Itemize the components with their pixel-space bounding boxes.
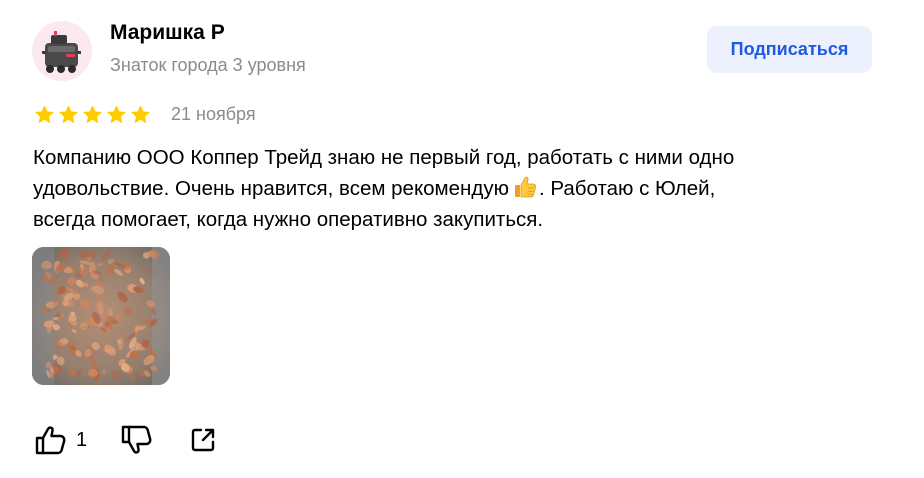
photo-copper-scrap <box>32 247 170 385</box>
review-text-part: всегда помогает, когда нужно оперативно … <box>33 208 544 231</box>
star-icon <box>35 105 54 124</box>
author-level: Знаток города 3 уровня <box>110 55 306 75</box>
star-icon <box>83 105 102 124</box>
avatar[interactable] <box>32 21 92 81</box>
author-name[interactable]: Маришка Р <box>110 21 225 45</box>
review-text-part: . Работаю с Юлей, <box>538 177 716 200</box>
robot-courier-icon <box>42 31 81 73</box>
review-date: 21 ноября <box>171 104 256 124</box>
review-text-line: всегда помогает, когда нужно оперативно … <box>33 204 883 235</box>
share-button[interactable] <box>189 426 217 454</box>
star-icon <box>131 105 150 124</box>
review-card: Маришка Р Знаток города 3 уровня Подписа… <box>0 0 924 478</box>
star-icon <box>59 105 78 124</box>
thumbs-up-emoji <box>514 176 536 198</box>
review-text-line: удовольствие. Очень нравится, всем реком… <box>33 173 883 204</box>
subscribe-button[interactable]: Подписаться <box>707 26 872 73</box>
review-text-part: Компанию ООО Коппер Трейд знаю не первый… <box>33 146 735 169</box>
review-text-part: удовольствие. Очень нравится, всем реком… <box>33 177 509 200</box>
star-icon <box>107 105 126 124</box>
thumbs-down-icon <box>121 425 152 454</box>
review-text: Компанию ООО Коппер Трейд знаю не первый… <box>33 142 883 235</box>
share-icon <box>191 428 215 452</box>
like-count: 1 <box>76 428 88 451</box>
thumbs-up-icon <box>35 426 66 455</box>
dislike-button[interactable] <box>121 425 153 455</box>
rating-stars <box>33 104 152 126</box>
review-actions: 1 <box>35 425 217 455</box>
review-text-line: Компанию ООО Коппер Трейд знаю не первый… <box>33 142 883 173</box>
review-photo[interactable] <box>32 247 170 385</box>
like-button[interactable]: 1 <box>35 425 87 455</box>
